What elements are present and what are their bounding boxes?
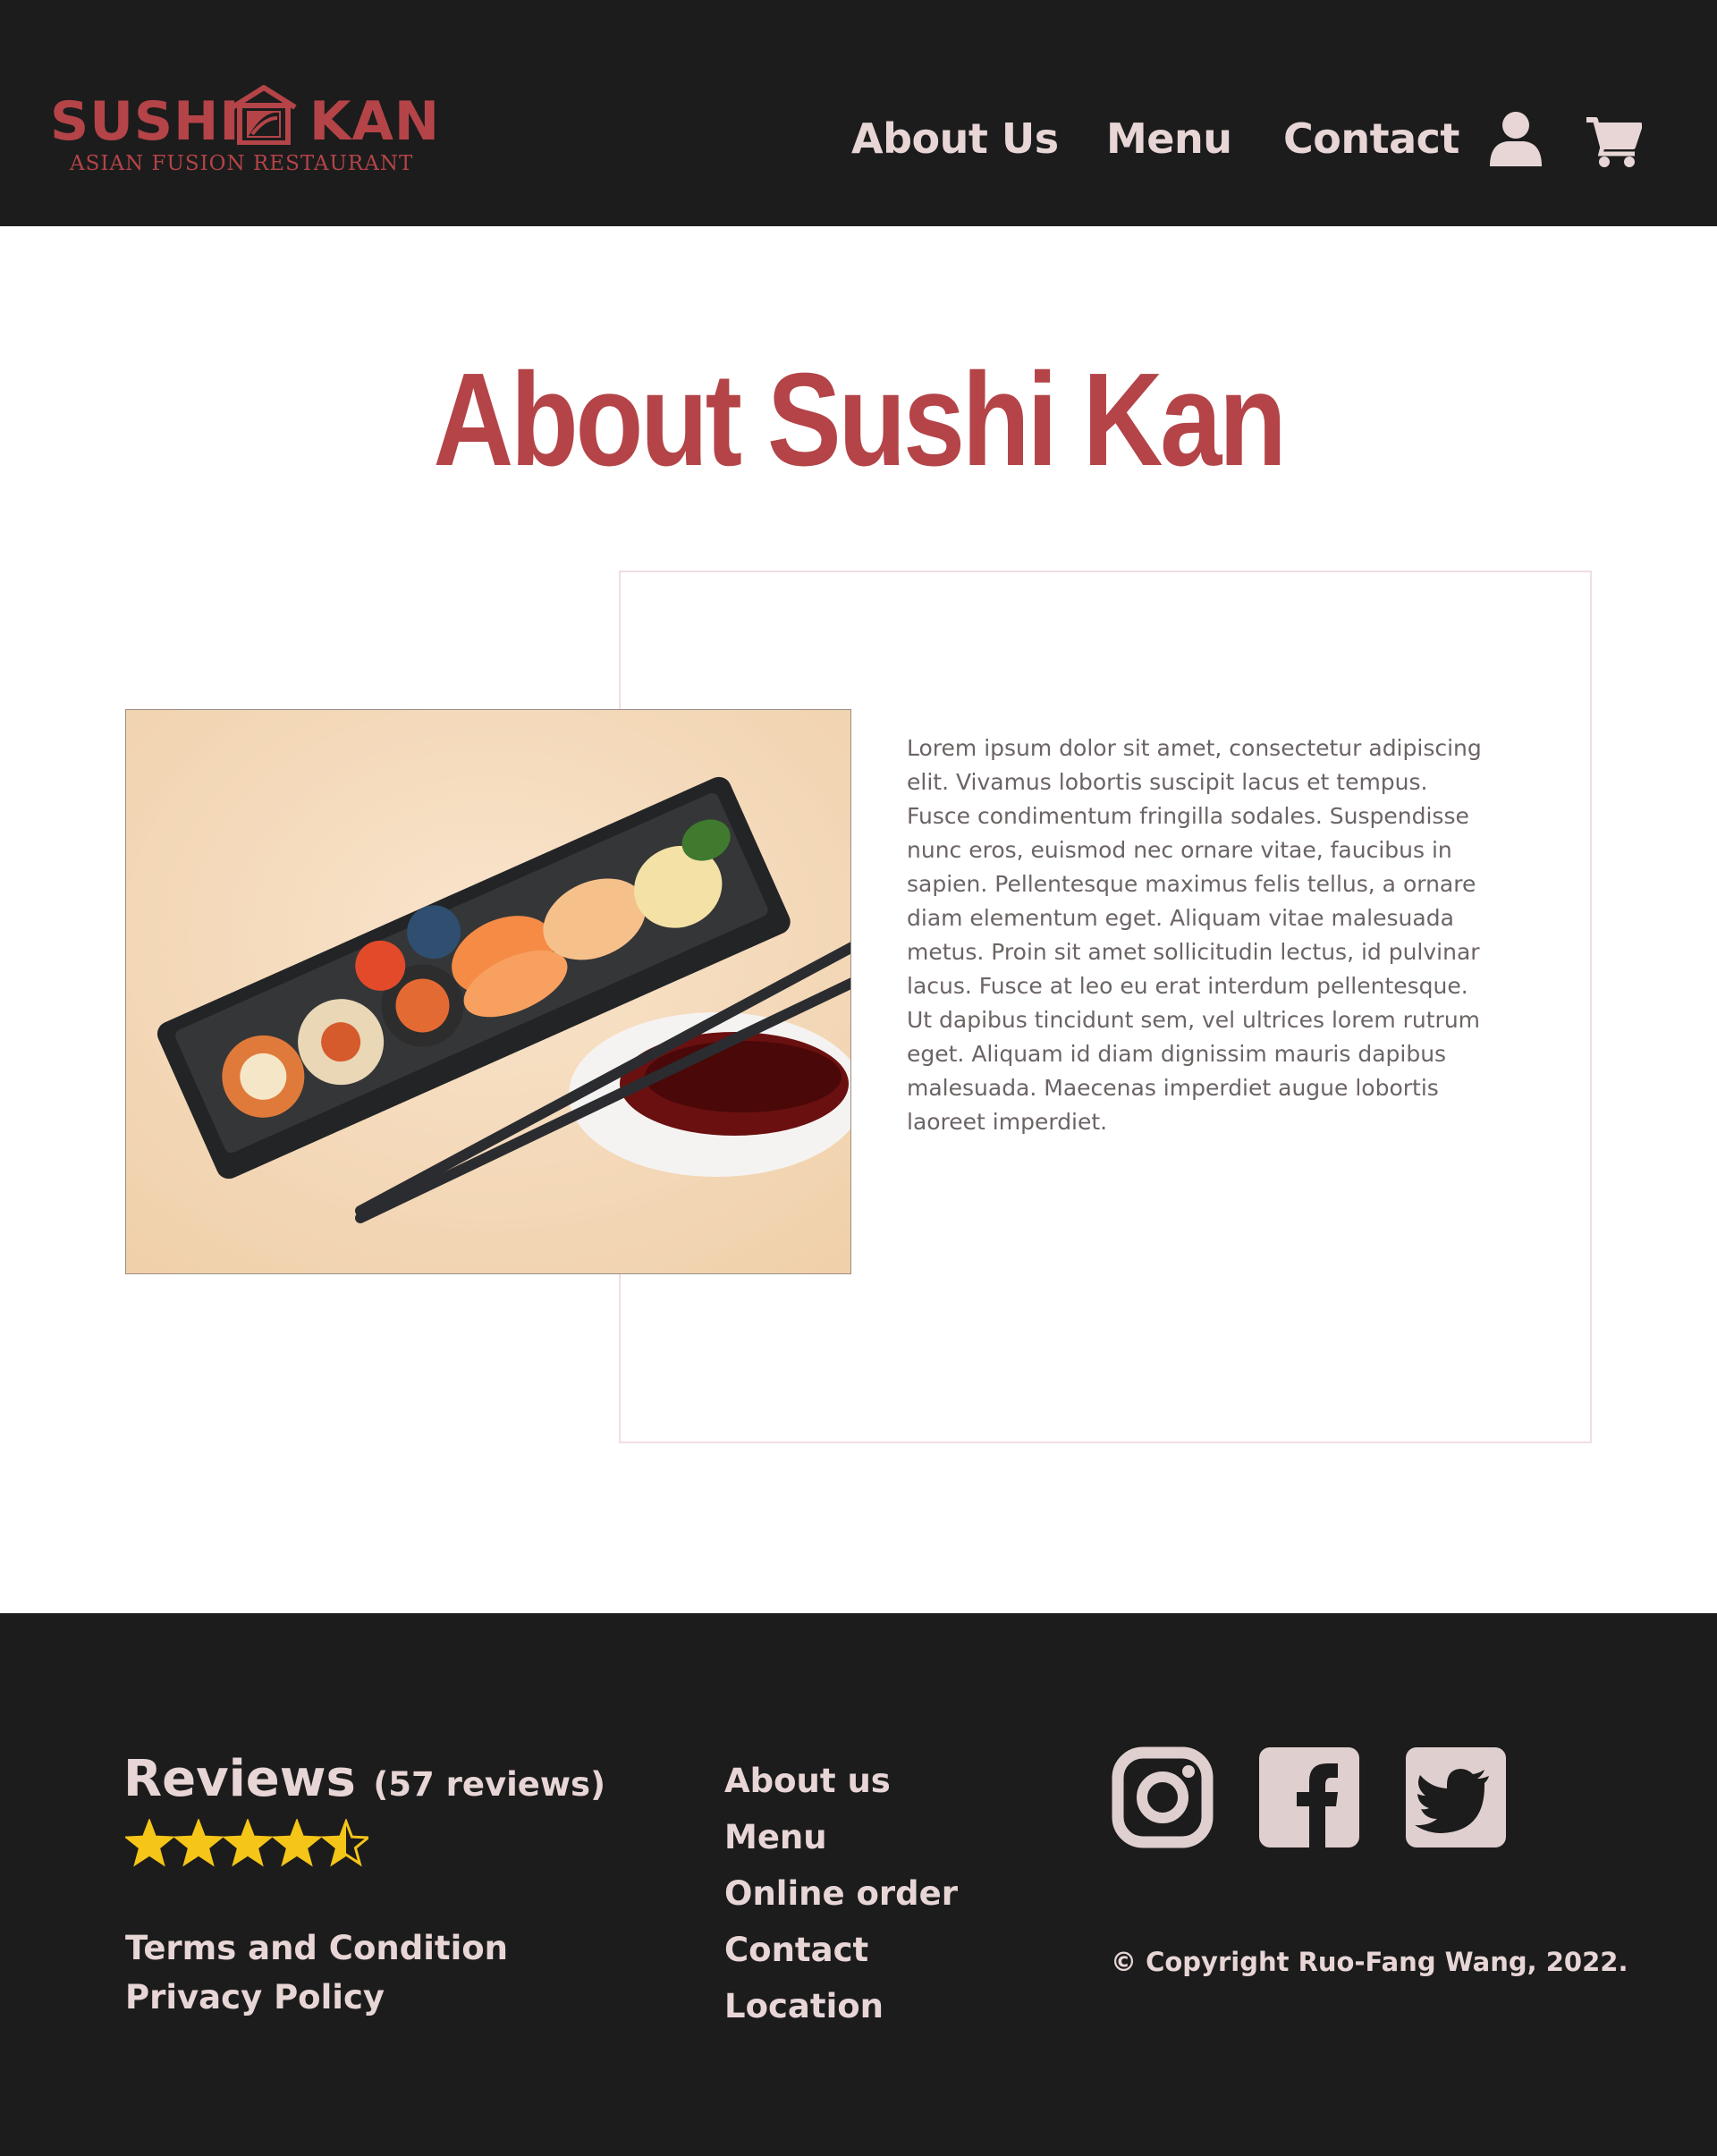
star-1-icon — [125, 1819, 175, 1867]
nav-menu[interactable]: Menu — [1106, 111, 1232, 166]
copyright: © Copyright Ruo-Fang Wang, 2022. — [1111, 1947, 1628, 1977]
privacy-link[interactable]: Privacy Policy — [125, 1975, 385, 2020]
footer-nav: About us Menu Online order Contact Locat… — [724, 1753, 993, 2034]
nav-about-us[interactable]: About Us — [851, 111, 1059, 166]
star-4-icon — [271, 1819, 323, 1867]
footer-link-about[interactable]: About us — [724, 1753, 993, 1809]
terms-link[interactable]: Terms and Condition — [125, 1926, 508, 1971]
star-rating — [125, 1819, 368, 1867]
sushi-photo — [125, 709, 851, 1274]
logo-word-sushi: SUSHI — [50, 90, 241, 153]
logo-tagline: ASIAN FUSION RESTAURANT — [70, 152, 414, 175]
facebook-icon[interactable] — [1257, 1746, 1361, 1849]
logo-word-kan: KAN — [309, 90, 441, 153]
logo[interactable]: SUSHI KAN ASIAN FUSION RESTAURANT — [50, 84, 439, 182]
reviews-count: (57 reviews) — [373, 1765, 605, 1804]
star-3-icon — [222, 1819, 274, 1867]
footer-link-menu[interactable]: Menu — [724, 1809, 993, 1865]
footer-link-contact[interactable]: Contact — [724, 1922, 993, 1978]
instagram-icon[interactable] — [1111, 1746, 1214, 1849]
footer-link-location[interactable]: Location — [724, 1978, 993, 2034]
star-5-icon — [320, 1819, 368, 1867]
twitter-icon[interactable] — [1404, 1746, 1508, 1849]
about-paragraph: Lorem ipsum dolor sit amet, consectetur … — [907, 735, 1482, 1135]
site-header: SUSHI KAN ASIAN FUSION RESTAURANT About … — [0, 0, 1717, 226]
logo-house-icon — [231, 85, 297, 145]
cart-icon[interactable] — [1585, 114, 1642, 168]
user-icon[interactable] — [1486, 111, 1545, 168]
nav-contact[interactable]: Contact — [1283, 111, 1459, 166]
reviews-heading: Reviews (57 reviews) — [123, 1748, 605, 1816]
star-2-icon — [173, 1819, 224, 1867]
page-title: About Sushi Kan — [433, 346, 1286, 494]
footer-link-online-order[interactable]: Online order — [724, 1865, 993, 1922]
reviews-title: Reviews — [123, 1750, 356, 1808]
